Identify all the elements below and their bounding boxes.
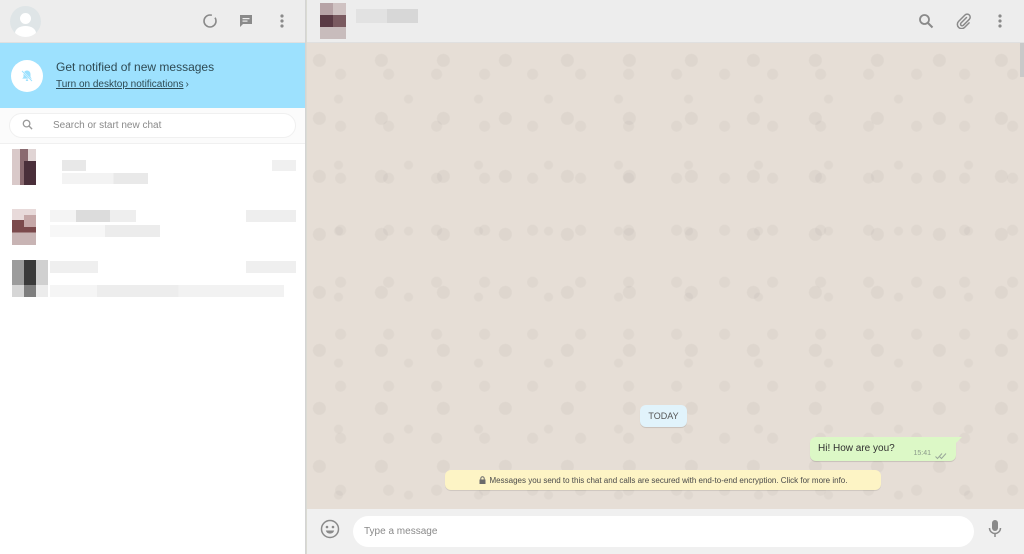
chat-time xyxy=(272,160,296,171)
emoji-icon[interactable] xyxy=(320,519,340,544)
search-box[interactable] xyxy=(9,113,296,138)
left-header-actions xyxy=(199,10,293,32)
date-divider: TODAY xyxy=(640,405,687,427)
enable-notifications-link[interactable]: Turn on desktop notifications xyxy=(56,79,183,90)
chevron-right-icon: › xyxy=(185,78,189,90)
chat-list-item[interactable] xyxy=(0,201,305,258)
menu-dots-icon[interactable] xyxy=(989,10,1011,32)
message-area: TODAY Hi! How are you? 15:41 Messages yo… xyxy=(307,43,1024,509)
contact-name xyxy=(62,160,86,171)
encryption-notice[interactable]: Messages you send to this chat and calls… xyxy=(445,470,881,490)
chat-list-pane: Get notified of new messages Turn on des… xyxy=(0,0,306,554)
search-input[interactable] xyxy=(53,120,253,131)
menu-dots-icon[interactable] xyxy=(271,10,293,32)
scrollbar[interactable] xyxy=(1020,43,1024,77)
search-bar xyxy=(0,108,305,144)
conversation-header[interactable] xyxy=(307,0,1024,43)
contact-avatar[interactable] xyxy=(320,3,346,39)
notification-banner: Get notified of new messages Turn on des… xyxy=(0,43,305,108)
contact-name xyxy=(50,210,136,222)
message-time: 15:41 xyxy=(913,450,931,457)
message-preview xyxy=(50,225,160,237)
encryption-notice-text: Messages you send to this chat and calls… xyxy=(489,475,848,485)
lock-icon xyxy=(479,476,486,484)
message-preview xyxy=(50,285,284,297)
search-icon[interactable] xyxy=(915,10,937,32)
outgoing-message[interactable]: Hi! How are you? 15:41 xyxy=(810,437,962,461)
microphone-icon[interactable] xyxy=(988,519,1002,544)
double-tick-icon xyxy=(935,447,947,465)
chat-list-item[interactable] xyxy=(0,258,305,315)
attach-icon[interactable] xyxy=(952,10,974,32)
message-input-box[interactable] xyxy=(353,516,974,547)
conversation-actions xyxy=(915,10,1011,32)
notification-text: Get notified of new messages Turn on des… xyxy=(56,60,214,92)
notification-title: Get notified of new messages xyxy=(56,59,215,74)
message-input[interactable] xyxy=(364,526,924,537)
search-icon xyxy=(22,117,33,135)
chat-list xyxy=(0,144,305,315)
message-preview xyxy=(62,173,148,184)
conversation-pane: TODAY Hi! How are you? 15:41 Messages yo… xyxy=(307,0,1024,554)
contact-name xyxy=(50,261,98,273)
chat-list-item[interactable] xyxy=(0,144,305,201)
bell-off-icon xyxy=(11,59,43,92)
new-chat-icon[interactable] xyxy=(235,10,257,32)
message-text: Hi! How are you? xyxy=(818,443,895,454)
left-header xyxy=(0,0,305,43)
profile-avatar[interactable] xyxy=(10,5,41,37)
status-icon[interactable] xyxy=(199,10,221,32)
chat-time xyxy=(246,261,296,273)
composer-bar xyxy=(307,509,1024,554)
chat-time xyxy=(246,210,296,222)
contact-name xyxy=(356,9,418,23)
